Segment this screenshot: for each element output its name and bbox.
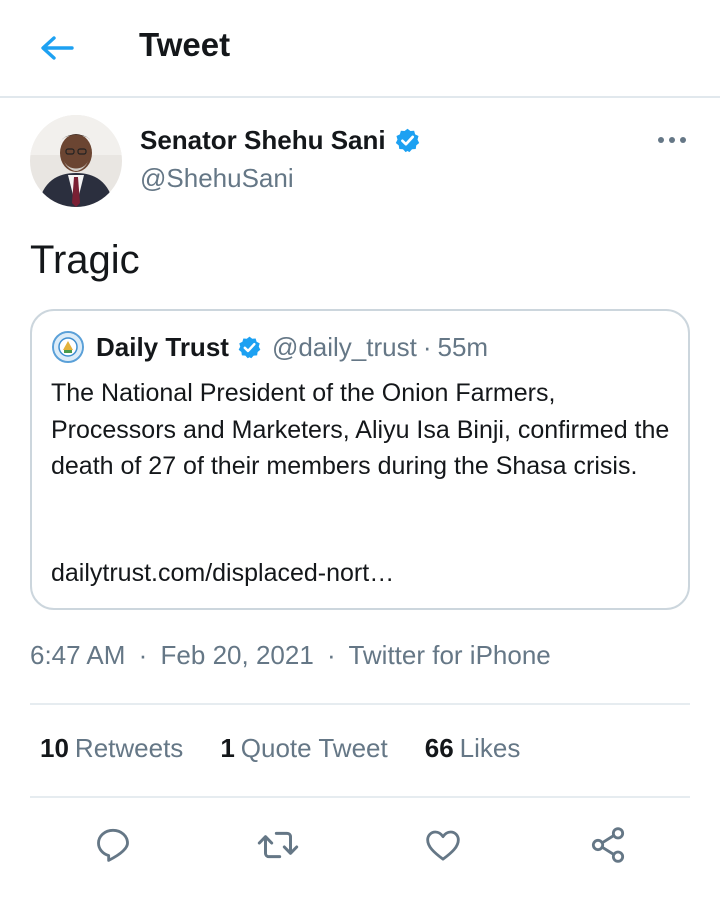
- reply-icon: [97, 828, 129, 862]
- quoted-tweet-header: Daily Trust @daily_trust · 55m: [96, 332, 488, 363]
- quote-tweets-count: 1: [220, 733, 235, 763]
- likes-label: Likes: [459, 733, 521, 763]
- separator-dot: ·: [327, 640, 336, 670]
- quoted-author-handle: @daily_trust: [271, 332, 417, 362]
- like-button[interactable]: [418, 820, 468, 870]
- retweets-count: 10: [40, 733, 69, 763]
- divider: [30, 703, 690, 705]
- likes-stat[interactable]: 66 Likes: [425, 733, 521, 764]
- separator-dot: ·: [422, 332, 432, 362]
- share-button[interactable]: [583, 820, 633, 870]
- tweet-text: Tragic: [30, 238, 140, 282]
- verified-badge-icon: [395, 128, 419, 153]
- divider: [30, 796, 690, 798]
- tweet-metadata: 6:47 AM · Feb 20, 2021 · Twitter for iPh…: [30, 640, 551, 671]
- author-handle[interactable]: @ShehuSani: [140, 163, 294, 194]
- quoted-tweet-link[interactable]: dailytrust.com/displaced-nort…: [51, 559, 394, 588]
- quote-tweets-stat[interactable]: 1 Quote Tweet: [220, 733, 387, 764]
- quoted-tweet-text: The National President of the Onion Farm…: [51, 379, 670, 480]
- reply-button[interactable]: [88, 820, 138, 870]
- retweet-button[interactable]: [253, 820, 303, 870]
- page-title: Tweet: [139, 26, 231, 63]
- engagement-stats: 10 Retweets 1 Quote Tweet 66 Likes: [40, 733, 557, 764]
- back-button[interactable]: [34, 28, 80, 68]
- more-icon: [658, 137, 686, 143]
- quoted-author-name: Daily Trust: [96, 332, 229, 362]
- likes-count: 66: [424, 733, 454, 763]
- author-name-text: Senator Shehu Sani: [140, 125, 386, 155]
- author-avatar[interactable]: [30, 115, 122, 207]
- quoted-author-avatar: [52, 331, 84, 363]
- quoted-tweet-time: 55m: [437, 332, 489, 362]
- tweet-action-bar: [0, 820, 720, 870]
- retweets-label: Retweets: [74, 733, 184, 763]
- like-icon: [426, 830, 460, 861]
- quote-tweets-label: Quote Tweet: [240, 733, 388, 763]
- separator-dot: ·: [138, 640, 148, 670]
- tweet-source[interactable]: Twitter for iPhone: [348, 640, 550, 670]
- arrow-left-icon: [41, 36, 74, 60]
- verified-badge-icon: [238, 336, 261, 359]
- author-name[interactable]: Senator Shehu Sani: [140, 125, 421, 156]
- retweets-stat[interactable]: 10 Retweets: [40, 733, 183, 764]
- header-bar: Tweet: [0, 0, 720, 98]
- share-icon: [591, 827, 625, 863]
- quoted-tweet-card[interactable]: Daily Trust @daily_trust · 55m The Natio…: [30, 309, 690, 610]
- tweet-time: 6:47 AM: [30, 640, 126, 670]
- retweet-icon: [257, 831, 299, 859]
- tweet-date: Feb 20, 2021: [160, 640, 314, 670]
- more-options-button[interactable]: [655, 130, 689, 150]
